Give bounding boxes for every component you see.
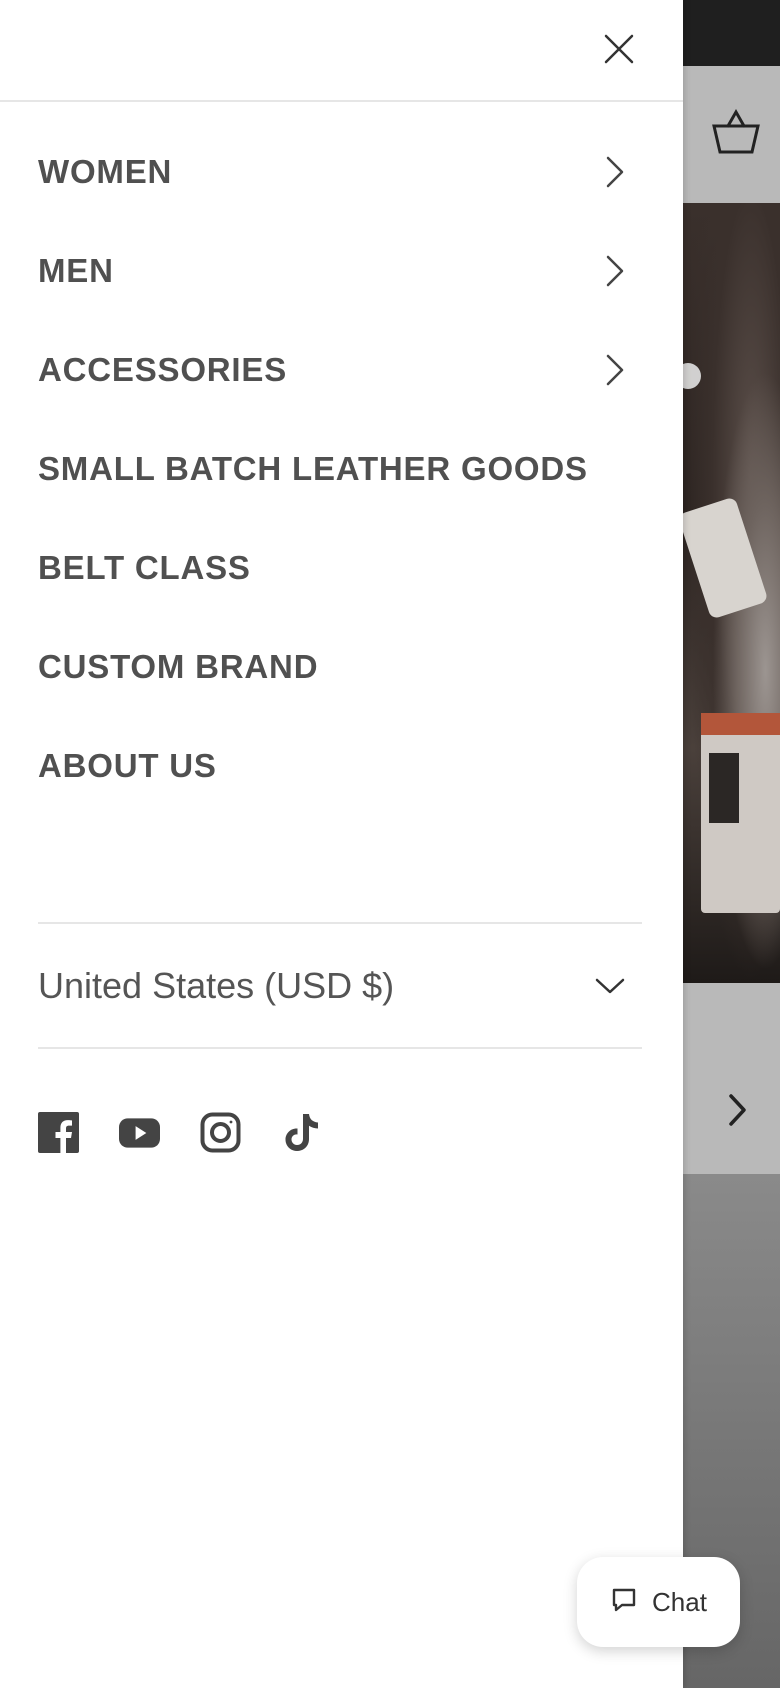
- hero-panel-stripe: [701, 713, 780, 735]
- drawer-nav: WOMEN MEN ACCESSORIES SMALL BATCH LEATHE…: [38, 122, 642, 815]
- facebook-icon[interactable]: [38, 1112, 79, 1153]
- nav-item-label: ABOUT US: [38, 746, 217, 784]
- tiktok-icon[interactable]: [281, 1112, 322, 1153]
- carousel-band: [683, 983, 780, 1174]
- nav-item-women[interactable]: WOMEN: [38, 122, 642, 221]
- chevron-down-icon: [590, 966, 630, 1006]
- hero-panel-shape: [701, 713, 780, 913]
- menu-drawer: WOMEN MEN ACCESSORIES SMALL BATCH LEATHE…: [0, 0, 683, 1688]
- nav-item-label: WOMEN: [38, 152, 173, 190]
- nav-item-label: BELT CLASS: [38, 548, 251, 586]
- chevron-right-icon: [600, 152, 630, 192]
- close-icon[interactable]: [596, 26, 642, 72]
- country-selector[interactable]: United States (USD $): [38, 922, 642, 1049]
- social-links: [38, 1112, 322, 1153]
- youtube-icon[interactable]: [119, 1112, 160, 1153]
- nav-item-accessories[interactable]: ACCESSORIES: [38, 320, 642, 419]
- hero-image: [675, 203, 780, 983]
- nav-item-label: SMALL BATCH LEATHER GOODS: [38, 449, 588, 487]
- hero-panel-window: [709, 753, 739, 823]
- announcement-bar: [683, 0, 780, 66]
- instagram-icon[interactable]: [200, 1112, 241, 1153]
- chevron-right-icon: [600, 251, 630, 291]
- chat-bubble-icon: [610, 1586, 638, 1618]
- hero-machine-shape: [677, 496, 769, 620]
- chat-button[interactable]: Chat: [577, 1557, 740, 1647]
- chat-label: Chat: [652, 1586, 707, 1617]
- chevron-right-icon[interactable]: [722, 1090, 752, 1130]
- nav-item-belt-class[interactable]: BELT CLASS: [38, 518, 642, 617]
- drawer-header: [0, 0, 683, 102]
- nav-item-men[interactable]: MEN: [38, 221, 642, 320]
- nav-item-label: CUSTOM BRAND: [38, 647, 319, 685]
- country-selector-value: United States (USD $): [38, 964, 395, 1006]
- nav-item-label: MEN: [38, 251, 114, 289]
- nav-item-label: ACCESSORIES: [38, 350, 288, 388]
- basket-icon[interactable]: [710, 108, 762, 160]
- nav-item-small-batch-leather-goods[interactable]: SMALL BATCH LEATHER GOODS: [38, 419, 642, 518]
- chevron-right-icon: [600, 350, 630, 390]
- nav-item-about-us[interactable]: ABOUT US: [38, 716, 642, 815]
- nav-item-custom-brand[interactable]: CUSTOM BRAND: [38, 617, 642, 716]
